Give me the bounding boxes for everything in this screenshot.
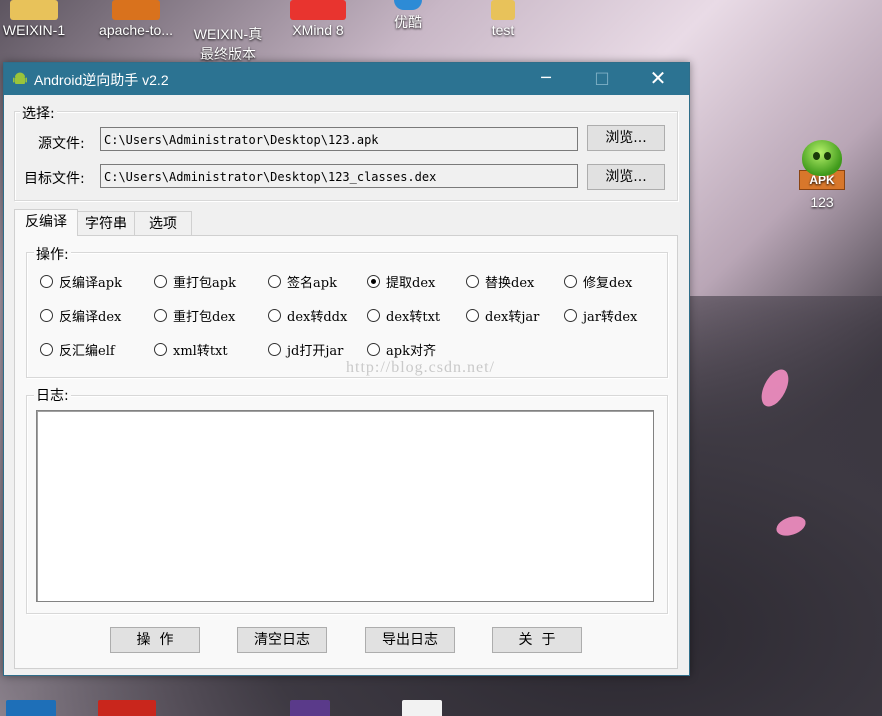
radio-label: dex转ddx [287, 310, 348, 325]
desktop-icon-label: 优酷 [394, 14, 422, 30]
target-browse-button[interactable]: 浏览... [587, 164, 665, 190]
radio-disassemble-elf[interactable]: 反汇编elf [40, 341, 115, 361]
desktop-icon-label: WEIXIN-1 [2, 22, 66, 38]
operations-group-label: 操作: [34, 244, 71, 264]
radio-label: dex转txt [386, 310, 441, 325]
desktop-icon-test[interactable]: test [455, 0, 551, 38]
radio-label: 修复dex [583, 276, 633, 291]
clear-log-button[interactable]: 清空日志 [237, 627, 327, 653]
radio-repack-apk[interactable]: 重打包apk [154, 273, 236, 293]
radio-label: xml转txt [173, 344, 228, 359]
radio-sign-apk[interactable]: 签名apk [268, 273, 337, 293]
xmind-icon [290, 0, 346, 20]
desktop-icon-label: 123 [810, 194, 834, 210]
radio-jd-open-jar[interactable]: jd打开jar [268, 341, 343, 361]
tab-decompile[interactable]: 反编译 [14, 209, 78, 236]
folder-icon [10, 0, 58, 20]
radio-label: 替换dex [485, 276, 535, 291]
tab-options[interactable]: 选项 [134, 211, 192, 235]
watermark: http://blog.csdn.net/ [346, 359, 495, 376]
log-textarea[interactable] [36, 410, 654, 602]
source-file-label: 源文件: [38, 136, 85, 152]
radio-label: jar转dex [583, 310, 638, 325]
target-file-input[interactable]: C:\Users\Administrator\Desktop\123_class… [100, 164, 578, 188]
radio-extract-dex[interactable]: 提取dex [367, 273, 435, 293]
select-group-label: 选择: [20, 103, 57, 123]
taskbar-icon[interactable] [290, 700, 330, 716]
android-icon [13, 72, 27, 84]
tab-strings[interactable]: 字符串 [77, 211, 135, 235]
radio-label: 签名apk [287, 276, 337, 291]
desktop-icon-label: WEIXIN-真 最终版本 [193, 26, 263, 62]
radio-dex-to-jar[interactable]: dex转jar [466, 307, 539, 327]
log-group-label: 日志: [34, 385, 71, 405]
radio-dex-to-txt[interactable]: dex转txt [367, 307, 440, 327]
radio-label: 反汇编elf [59, 344, 115, 359]
operate-button[interactable]: 操 作 [110, 627, 200, 653]
desktop-icon-apache[interactable]: apache-to... [88, 0, 184, 38]
desktop-icon-apk-123[interactable]: APK 123 [796, 140, 848, 210]
target-file-label: 目标文件: [24, 171, 85, 187]
radio-apk-align[interactable]: apk对齐 [367, 341, 436, 361]
radio-label: 重打包apk [173, 276, 236, 291]
radio-label: jd打开jar [287, 344, 344, 359]
radio-jar-to-dex[interactable]: jar转dex [564, 307, 637, 327]
radio-decompile-apk[interactable]: 反编译apk [40, 273, 122, 293]
close-button[interactable]: ✕ [630, 63, 686, 95]
desktop-icon-weixin-1[interactable]: WEIXIN-1 [0, 0, 82, 38]
radio-replace-dex[interactable]: 替换dex [466, 273, 534, 293]
window-title: Android逆向助手 v2.2 [34, 72, 169, 88]
source-file-input[interactable]: C:\Users\Administrator\Desktop\123.apk [100, 127, 578, 151]
title-bar[interactable]: Android逆向助手 v2.2 ─ □ ✕ [4, 63, 689, 95]
desktop-icon-youku[interactable]: 优酷 [360, 0, 456, 32]
taskbar-icon[interactable] [6, 700, 56, 716]
desktop-icon-label: test [491, 22, 515, 38]
youku-icon [394, 0, 422, 10]
minimize-button[interactable]: ─ [518, 63, 574, 95]
radio-repack-dex[interactable]: 重打包dex [154, 307, 235, 327]
taskbar-icon[interactable] [98, 700, 156, 716]
taskbar-icon[interactable] [402, 700, 442, 716]
radio-label: 提取dex [386, 276, 436, 291]
desktop-icon-label: apache-to... [99, 22, 173, 38]
radio-decompile-dex[interactable]: 反编译dex [40, 307, 121, 327]
source-browse-button[interactable]: 浏览... [587, 125, 665, 151]
radio-label: 反编译apk [59, 276, 122, 291]
archive-icon [112, 0, 160, 20]
radio-xml-to-txt[interactable]: xml转txt [154, 341, 228, 361]
desktop-icon-label: XMind 8 [292, 22, 344, 38]
app-window: Android逆向助手 v2.2 ─ □ ✕ 选择: 源文件: C:\Users… [3, 62, 690, 676]
maximize-button[interactable]: □ [574, 63, 630, 95]
radio-repair-dex[interactable]: 修复dex [564, 273, 632, 293]
radio-label: 重打包dex [173, 310, 236, 325]
about-button[interactable]: 关 于 [492, 627, 582, 653]
folder-icon [491, 0, 515, 20]
radio-label: dex转jar [485, 310, 540, 325]
radio-label: apk对齐 [386, 344, 436, 359]
radio-dex-to-ddx[interactable]: dex转ddx [268, 307, 347, 327]
android-apk-icon [802, 140, 842, 176]
radio-label: 反编译dex [59, 310, 122, 325]
desktop-icon-xmind[interactable]: XMind 8 [270, 0, 366, 38]
export-log-button[interactable]: 导出日志 [365, 627, 455, 653]
